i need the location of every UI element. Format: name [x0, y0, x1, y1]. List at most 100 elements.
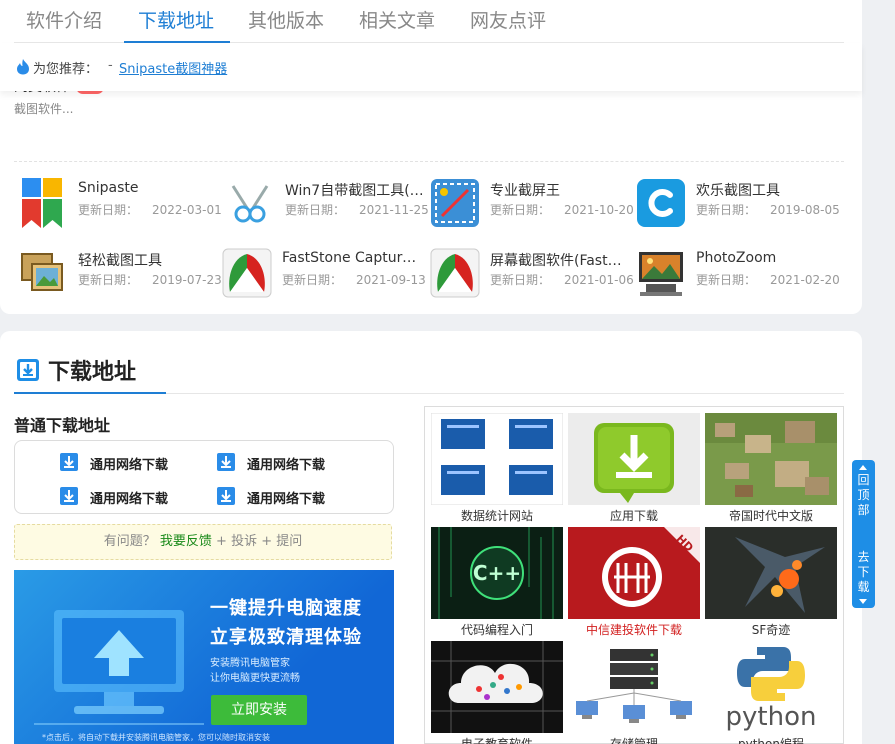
tab-download[interactable]: 下载地址	[138, 6, 214, 33]
software-name: FastStone Capture...	[282, 250, 422, 266]
go-download-button[interactable]: 去下载	[852, 550, 875, 595]
citic-thumb: HD	[568, 527, 700, 619]
download-arrow-icon	[217, 453, 235, 475]
install-button[interactable]: 立即安装	[211, 695, 307, 725]
faststone-icon	[430, 248, 480, 298]
related-software-card: 软件介绍 下载地址 其他版本 相关文章 网友点评 为您推荐： - Snipast…	[0, 0, 862, 314]
software-item[interactable]: PhotoZoom 更新日期： 2021-02-20	[636, 248, 840, 308]
feedback-prefix: 有问题？	[103, 534, 156, 549]
grid-item[interactable]: 帝国时代中文版	[705, 413, 837, 525]
screenshot-pro-icon	[430, 178, 480, 228]
download-button-label: 通用网络下载	[247, 458, 326, 473]
age-of-empires-thumb	[705, 413, 837, 505]
ad-headline: 立享极致清理体验	[210, 627, 362, 648]
software-update: 更新日期： 2019-07-23	[78, 273, 222, 287]
grid-item[interactable]: SF奇迹	[705, 527, 837, 639]
flame-icon	[15, 58, 31, 79]
ad-banner[interactable]: 一键提升电脑速度 立享极致清理体验 安装腾讯电脑管家 让你电脑更快更流畅 立即安…	[14, 570, 394, 744]
photozoom-icon	[636, 248, 686, 298]
scissors-icon	[225, 178, 275, 228]
svg-text:C++: C++	[473, 561, 521, 585]
recommend-link[interactable]: Snipaste截图神器	[119, 58, 227, 77]
software-update: 更新日期： 2021-11-25	[285, 203, 429, 217]
download-button-label: 通用网络下载	[247, 492, 326, 507]
software-update: 更新日期： 2021-09-13	[282, 273, 426, 287]
software-name: Snipaste	[78, 180, 139, 196]
download-title: 下载地址	[48, 360, 137, 385]
download-card: 下载地址 普通下载地址 通用网络下载 通用网络下载 通用网络下载 通用网络下载 …	[0, 331, 862, 744]
grid-item-label: SF奇迹	[751, 623, 791, 637]
software-item[interactable]: Snipaste 更新日期： 2022-03-01	[18, 178, 222, 238]
divider	[14, 161, 844, 162]
svg-text:python: python	[726, 702, 817, 732]
download-arrow-icon	[60, 487, 78, 509]
python-thumb: python	[705, 641, 837, 733]
software-item[interactable]: 专业截屏王 更新日期： 2021-10-20	[430, 178, 634, 238]
arrow-up-icon	[859, 465, 867, 470]
feedback-bar: 有问题？ 我要反馈 + 投诉 + 提问	[14, 524, 392, 560]
software-item[interactable]: Win7自带截图工具(S... 更新日期： 2021-11-25	[225, 178, 429, 238]
software-item[interactable]: FastStone Capture... 更新日期： 2021-09-13	[222, 248, 426, 308]
section-peek-desc: 截图软件...	[14, 102, 74, 116]
software-update: 更新日期： 2019-08-05	[696, 203, 840, 217]
feedback-link[interactable]: 我要反馈	[160, 534, 212, 549]
software-name: Win7自带截图工具(S...	[285, 183, 425, 199]
grid-item-label: 代码编程入门	[460, 623, 533, 637]
software-name: PhotoZoom	[696, 250, 777, 266]
download-title-underline	[14, 392, 166, 394]
app-download-thumb	[568, 413, 700, 505]
software-update: 更新日期： 2021-02-20	[696, 273, 840, 287]
grid-item[interactable]: 数据统计网站	[431, 413, 563, 525]
download-button-label: 通用网络下载	[90, 458, 169, 473]
tab-other-versions[interactable]: 其他版本	[248, 6, 324, 33]
grid-item[interactable]: python python编程	[705, 641, 837, 744]
software-update: 更新日期： 2021-10-20	[490, 203, 634, 217]
recommend-grid: 数据统计网站 应用下载 帝国时代中文版 C++ 代码编程入门 HD 中信建投软件…	[424, 406, 844, 744]
software-update: 更新日期： 2022-03-01	[78, 203, 222, 217]
detail-tabs: 软件介绍 下载地址 其他版本 相关文章 网友点评	[14, 0, 844, 43]
pictures-icon	[18, 248, 68, 298]
sf-game-thumb	[705, 527, 837, 619]
grid-item-label: 帝国时代中文版	[728, 509, 813, 523]
software-update: 更新日期： 2021-01-06	[490, 273, 634, 287]
arrow-down-icon	[859, 599, 867, 604]
recommend-label: 为您推荐：	[33, 62, 99, 77]
tab-articles[interactable]: 相关文章	[359, 6, 435, 33]
download-arrow-icon	[217, 487, 235, 509]
faststone-icon	[222, 248, 272, 298]
storage-thumb	[568, 641, 700, 733]
feedback-plus: +	[211, 534, 232, 549]
grid-item[interactable]: C++ 代码编程入门	[431, 527, 563, 639]
grid-item[interactable]: HD 中信建投软件下载	[568, 527, 700, 639]
software-item[interactable]: 屏幕截图软件(FastSt... 更新日期： 2021-01-06	[430, 248, 634, 308]
tab-intro[interactable]: 软件介绍	[26, 6, 102, 33]
grid-item[interactable]: 应用下载	[568, 413, 700, 525]
grid-item-label: 应用下载	[609, 509, 658, 523]
ask-link[interactable]: 提问	[276, 534, 302, 549]
grid-item[interactable]: 电子教育软件	[431, 641, 563, 744]
ad-subtext: 安装腾讯电脑管家	[210, 658, 290, 669]
tab-reviews[interactable]: 网友点评	[470, 6, 546, 33]
grid-item-label: python编程	[738, 737, 804, 744]
snipaste-icon	[18, 178, 68, 228]
download-arrow-icon	[60, 453, 78, 475]
download-links-box: 通用网络下载 通用网络下载 通用网络下载 通用网络下载	[14, 440, 394, 514]
software-item[interactable]: 欢乐截图工具 更新日期： 2019-08-05	[636, 178, 840, 238]
grid-item[interactable]: 存储管理	[568, 641, 700, 744]
feedback-plus: +	[257, 534, 277, 549]
back-to-top-button[interactable]: 回顶部	[852, 473, 875, 518]
ad-subtext: 让你电脑更快更流畅	[210, 673, 300, 684]
software-item[interactable]: 轻松截图工具 更新日期： 2019-07-23	[18, 248, 222, 308]
software-name: 轻松截图工具	[78, 253, 162, 269]
side-toolbar: 回顶部 去下载	[852, 460, 875, 608]
cpp-code-thumb: C++	[431, 527, 563, 619]
complain-link[interactable]: 投诉	[231, 534, 257, 549]
download-header: 下载地址	[14, 346, 844, 394]
computer-illustration	[34, 610, 204, 725]
edu-cloud-thumb	[431, 641, 563, 733]
grid-item-label: 数据统计网站	[460, 509, 533, 523]
software-name: 欢乐截图工具	[696, 183, 780, 199]
grid-item-label: 中信建投软件下载	[585, 623, 682, 637]
download-box-icon	[16, 358, 40, 386]
recommend-separator: -	[108, 58, 113, 73]
